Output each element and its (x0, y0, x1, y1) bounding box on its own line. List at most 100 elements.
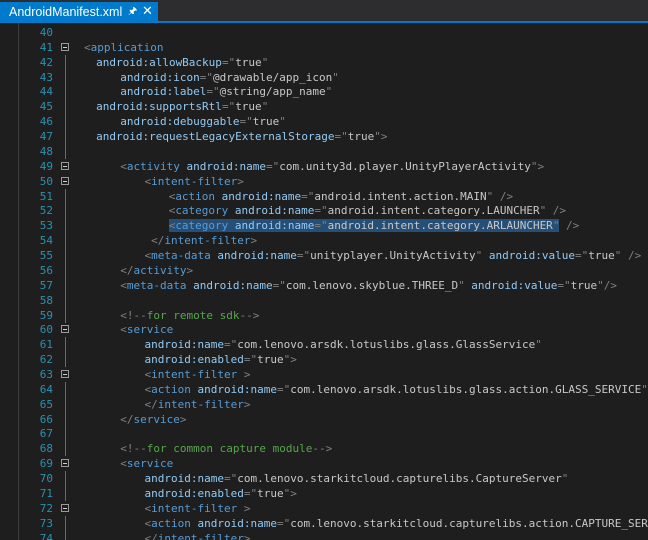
code-line[interactable]: 59 <!--for remote sdk--> (0, 307, 648, 323)
code-line[interactable]: 54 </intent-filter> (0, 233, 648, 249)
code-text: <intent-filter > (145, 501, 251, 516)
code-line[interactable]: 45 android:supportsRtl="true" (0, 99, 648, 115)
code-line[interactable]: 55 <meta-data android:name="unityplayer.U… (0, 248, 648, 264)
line-number: 52 (39, 204, 53, 218)
token: =" (296, 249, 311, 263)
token: android:icon (120, 70, 200, 84)
code-line[interactable]: 67 (0, 426, 648, 442)
pin-icon[interactable]: 🖈 (128, 4, 137, 21)
token: activity (126, 159, 180, 173)
token: " (279, 115, 286, 129)
token: true (588, 249, 615, 263)
code-text: </service> (120, 412, 186, 427)
code-editor[interactable]: 40 41 <application 42 android:allowBackup="t… (0, 23, 648, 540)
collapse-icon[interactable] (61, 459, 69, 468)
code-line[interactable]: 52 <category android:name="android.intent… (0, 203, 648, 219)
code-text: <!--for remote sdk--> (120, 308, 259, 323)
token: com.lenovo.starkitcloud.capturelibs.acti… (290, 516, 648, 530)
token: > (186, 263, 194, 277)
code-text: android:enabled="true"> (145, 486, 297, 501)
code-line[interactable]: 51 <action android:name="android.intent.a… (0, 188, 648, 204)
code-line[interactable]: 49 <activity android:name="com.unity3d.pl… (0, 159, 648, 174)
line-number: 54 (39, 234, 53, 248)
code-line[interactable]: 57 <meta-data android:name="com.lenovo.sk… (0, 277, 648, 293)
token: > (237, 501, 251, 515)
code-text: <application (84, 40, 163, 55)
line-number: 55 (39, 249, 53, 263)
token: </ (144, 397, 158, 411)
code-text: <activity android:name="com.unity3d.play… (120, 159, 544, 174)
code-line[interactable]: 63 <intent-filter > (0, 367, 648, 382)
line-number: 67 (39, 427, 53, 441)
code-line[interactable]: 65 </intent-filter> (0, 396, 648, 412)
collapse-icon[interactable] (61, 176, 69, 185)
code-line[interactable]: 60 <service (0, 322, 648, 337)
code-line[interactable]: 70 android:name="com.lenovo.starkitcloud.… (0, 471, 648, 487)
token: "> (283, 353, 297, 367)
code-line[interactable]: 61 android:name="com.lenovo.arsdk.lotusli… (0, 337, 648, 353)
code-line[interactable]: 42 android:allowBackup="true" (0, 54, 648, 70)
code-line[interactable]: 68 <!--for common capture module--> (0, 441, 648, 457)
token: service (126, 457, 174, 471)
token: android:name (179, 159, 266, 173)
code-line[interactable]: 43 android:icon="@drawable/app_icon" (0, 69, 648, 85)
line-number: 60 (39, 323, 53, 337)
token: "> (530, 159, 545, 173)
token: --> (312, 442, 333, 456)
code-line[interactable]: 74 </intent-filter> (0, 530, 648, 540)
tab-title: AndroidManifest.xml (9, 5, 123, 19)
code-line[interactable]: 40 (0, 25, 648, 40)
token: intent-filter (151, 368, 238, 381)
collapse-icon[interactable] (61, 370, 69, 378)
code-text: android:debuggable="true" (120, 114, 286, 129)
token: action (175, 189, 216, 203)
code-line[interactable]: 46 android:debuggable="true" (0, 114, 648, 130)
token: com.lenovo.arsdk.lotuslibs.glass.action.… (290, 382, 642, 396)
token: =" (272, 278, 286, 292)
collapse-icon[interactable] (61, 325, 69, 334)
token: android:name (215, 189, 302, 203)
collapse-icon[interactable] (61, 161, 69, 170)
line-number: 57 (39, 278, 53, 292)
code-line[interactable]: 73 <action android:name="com.lenovo.stark… (0, 515, 648, 531)
code-line[interactable]: 71 android:enabled="true"> (0, 485, 648, 501)
fold-guide (65, 69, 66, 85)
line-number: 47 (39, 130, 53, 144)
code-line[interactable]: 44 android:label="@string/app_name" (0, 84, 648, 100)
code-line[interactable]: 64 <action android:name="com.lenovo.arsdk… (0, 381, 648, 397)
code-line[interactable]: 69 <service (0, 456, 648, 471)
code-line[interactable]: 50 <intent-filter> (0, 174, 648, 189)
code-line[interactable]: 72 <intent-filter > (0, 501, 648, 516)
line-number: 51 (39, 189, 53, 203)
code-line[interactable]: 58 (0, 292, 648, 308)
line-number: 65 (39, 397, 53, 411)
code-text: <action android:name="com.lenovo.starkit… (145, 516, 648, 531)
token: > (237, 368, 251, 381)
code-line[interactable]: 41 <application (0, 40, 648, 55)
token: </ (120, 263, 134, 277)
code-line[interactable]: 66 </service> (0, 411, 648, 427)
close-icon[interactable]: ✕ (142, 3, 153, 19)
code-line[interactable]: 56 </activity> (0, 262, 648, 278)
token: android:name (190, 382, 277, 396)
code-text: </activity> (120, 263, 193, 278)
code-line[interactable]: 53 <category android:name="android.intent… (0, 218, 648, 234)
fold-guide (65, 129, 66, 145)
collapse-icon[interactable] (61, 42, 69, 51)
code-line[interactable]: 48 (0, 143, 648, 159)
fold-guide (65, 292, 66, 308)
token: < (120, 278, 127, 292)
code-line[interactable]: 47 android:requestLegacyExternalStorage="… (0, 129, 648, 145)
token: android:name (190, 516, 277, 530)
token: < (84, 40, 91, 54)
token: android:name (144, 338, 224, 352)
token: > (250, 234, 258, 248)
line-number: 42 (39, 55, 53, 69)
token: true (257, 486, 284, 500)
line-number: 63 (39, 368, 53, 381)
code-line[interactable]: 62 android:enabled="true"> (0, 352, 648, 368)
collapse-icon[interactable] (61, 503, 69, 512)
tab-androidmanifest[interactable]: AndroidManifest.xml 🖈 ✕ (0, 2, 158, 22)
fold-guide (65, 411, 66, 427)
line-number: 71 (39, 486, 53, 500)
